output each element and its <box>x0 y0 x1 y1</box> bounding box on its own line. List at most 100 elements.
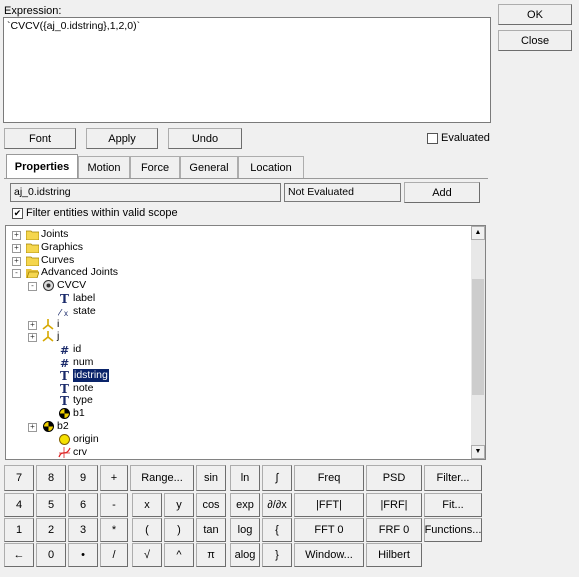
undo-button[interactable]: Undo <box>168 128 242 149</box>
keypad-button[interactable]: 8 <box>36 465 66 491</box>
svg-text:#: # <box>60 357 69 368</box>
keypad-button[interactable]: 4 <box>4 493 34 517</box>
keypad-button[interactable]: 2 <box>36 518 66 542</box>
expression-text: `CVCV({aj_0.idstring},1,2,0)` <box>7 20 141 32</box>
expand-icon[interactable]: + <box>12 256 21 266</box>
filter-label: Filter entities within valid scope <box>26 207 178 219</box>
keypad-button[interactable]: ( <box>132 518 162 542</box>
keypad-button[interactable]: sin <box>196 465 226 491</box>
keypad-button[interactable]: √ <box>132 543 162 567</box>
keypad-button[interactable]: cos <box>196 493 226 517</box>
apply-button[interactable]: Apply <box>86 128 158 149</box>
expand-icon[interactable]: + <box>28 333 37 343</box>
scroll-down-arrow[interactable]: ▼ <box>471 445 485 459</box>
state-icon: ⁄ x <box>57 306 71 319</box>
keypad-button[interactable]: 5 <box>36 493 66 517</box>
keypad-button[interactable]: ∫ <box>262 465 292 491</box>
point-icon <box>58 433 71 445</box>
keypad-button[interactable]: 0 <box>36 543 66 567</box>
body-icon <box>58 408 71 420</box>
tree-node-label: CVCV <box>57 279 87 292</box>
text-T-icon: T <box>58 394 71 408</box>
keypad-button[interactable]: Filter... <box>424 465 482 491</box>
tree-scrollbar[interactable]: ▲ ▼ <box>471 226 485 459</box>
keypad-button[interactable]: ∂/∂x <box>262 493 292 517</box>
evaluated-checkbox[interactable] <box>427 133 438 144</box>
expand-icon[interactable]: + <box>28 423 37 432</box>
svg-text:⁄: ⁄ <box>58 308 63 317</box>
keypad-button[interactable]: π <box>196 543 226 567</box>
scroll-up-arrow[interactable]: ▲ <box>471 226 485 240</box>
keypad-button[interactable]: Fit... <box>424 493 482 517</box>
expand-icon[interactable]: + <box>28 320 37 330</box>
svg-text:T: T <box>60 383 69 394</box>
keypad-button[interactable]: ← <box>4 543 34 567</box>
expand-icon[interactable]: + <box>12 231 21 240</box>
keypad-button[interactable]: ln <box>230 465 260 491</box>
keypad-button[interactable]: |FFT| <box>294 493 364 517</box>
filter-checkbox[interactable]: ✔ <box>12 208 23 219</box>
entity-tree[interactable]: + Joints + Graphics + Curves - Advanced Joints -… <box>5 225 486 460</box>
keypad-button[interactable]: Functions... <box>424 518 482 542</box>
keypad-button[interactable]: * <box>100 518 128 542</box>
hash-icon: # <box>58 344 71 357</box>
tab-divider <box>4 178 488 179</box>
font-button[interactable]: Font <box>4 128 76 149</box>
keypad-button[interactable]: } <box>262 543 292 567</box>
evaluated-label: Evaluated <box>441 132 490 144</box>
tree-node-label: b1 <box>73 407 85 420</box>
keypad-button[interactable]: y <box>164 493 194 517</box>
keypad-button[interactable]: log <box>230 518 260 542</box>
tab-force[interactable]: Force <box>130 156 180 178</box>
tree-node-label: type <box>73 394 93 407</box>
keypad-button[interactable]: 7 <box>4 465 34 491</box>
tree-node-label: origin <box>73 432 99 445</box>
keypad-button[interactable]: / <box>100 543 128 567</box>
keypad-button[interactable]: x <box>132 493 162 517</box>
tree-node-label: num <box>73 356 94 368</box>
keypad-button[interactable]: Hilbert <box>366 543 422 567</box>
entity-field[interactable]: aj_0.idstring <box>10 183 281 202</box>
keypad-button[interactable]: alog <box>230 543 260 567</box>
curve-icon <box>58 446 71 458</box>
close-button[interactable]: Close <box>498 30 572 51</box>
keypad-button[interactable]: 3 <box>68 518 98 542</box>
keypad-button[interactable]: ) <box>164 518 194 542</box>
keypad-button[interactable]: Freq <box>294 465 364 491</box>
text-T-icon: T <box>58 382 71 396</box>
keypad-button[interactable]: tan <box>196 518 226 542</box>
keypad-button[interactable]: 6 <box>68 493 98 517</box>
expand-icon[interactable]: + <box>12 243 21 253</box>
keypad-button[interactable]: 9 <box>68 465 98 491</box>
keypad-button[interactable]: { <box>262 518 292 542</box>
ok-button[interactable]: OK <box>498 4 572 25</box>
marker-icon <box>42 331 55 343</box>
folder-icon <box>25 255 40 266</box>
keypad-button[interactable]: 1 <box>4 518 34 542</box>
text-T-icon: T <box>58 292 71 306</box>
tab-location[interactable]: Location <box>238 156 304 178</box>
scroll-thumb[interactable] <box>472 279 484 395</box>
keypad-button[interactable]: |FRF| <box>366 493 422 517</box>
add-button[interactable]: Add <box>404 182 480 203</box>
keypad-button[interactable]: + <box>100 465 128 491</box>
keypad-button[interactable]: exp <box>230 493 260 517</box>
tab-properties[interactable]: Properties <box>6 154 78 179</box>
svg-text:#: # <box>60 344 69 355</box>
keypad-button[interactable]: Range... <box>130 465 194 491</box>
keypad-button[interactable]: Window... <box>294 543 364 567</box>
tree-node-label: Joints <box>41 228 69 240</box>
collapse-icon[interactable]: - <box>12 269 21 279</box>
keypad-button[interactable]: ^ <box>164 543 194 567</box>
keypad-button[interactable]: FFT 0 <box>294 518 364 542</box>
keypad-button[interactable]: • <box>68 543 98 567</box>
keypad-button[interactable]: - <box>100 493 128 517</box>
collapse-icon[interactable]: - <box>28 282 37 292</box>
keypad-button[interactable]: FRF 0 <box>366 518 422 542</box>
tree-node-label: Advanced Joints <box>41 266 119 279</box>
tab-general[interactable]: General <box>180 156 238 178</box>
svg-text:T: T <box>60 395 69 406</box>
keypad-button[interactable]: PSD <box>366 465 422 491</box>
expression-editor[interactable]: `CVCV({aj_0.idstring},1,2,0)` <box>3 17 491 123</box>
tab-motion[interactable]: Motion <box>78 156 130 178</box>
